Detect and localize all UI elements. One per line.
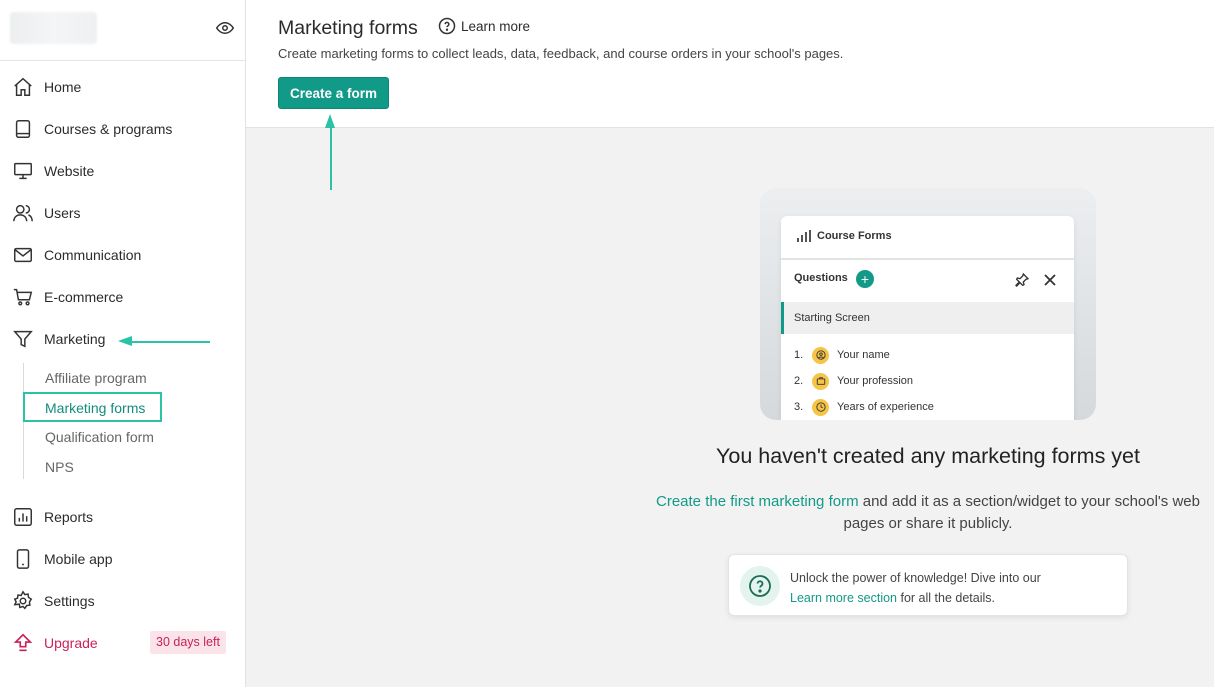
mail-icon	[14, 247, 32, 263]
starting-screen-row: Starting Screen	[781, 302, 1074, 334]
empty-state-description: and add it as a section/widget to your s…	[843, 493, 1200, 532]
sidebar-item-label: Users	[44, 205, 81, 221]
upgrade-icon	[13, 633, 33, 652]
question-row: 3. Years of experience	[794, 398, 934, 416]
briefcase-icon	[812, 372, 829, 390]
card-title: Course Forms	[817, 230, 892, 242]
sidebar-item-upgrade[interactable]: Upgrade	[12, 629, 98, 657]
plus-icon: +	[856, 270, 874, 288]
sidebar-item-label: Marketing	[44, 331, 106, 347]
school-logo[interactable]	[10, 12, 97, 44]
question-number: 2.	[794, 375, 804, 387]
users-icon	[13, 204, 33, 222]
gear-icon	[13, 590, 33, 610]
sidebar: Home Courses & programs Website Users Co…	[0, 0, 246, 687]
sidebar-sub-qualification[interactable]: Qualification form	[45, 429, 154, 445]
starting-screen-label: Starting Screen	[794, 312, 870, 324]
sidebar-item-ecommerce[interactable]: E-commerce	[12, 283, 123, 311]
sidebar-item-label: Courses & programs	[44, 121, 173, 137]
sidebar-item-mobile-app[interactable]: Mobile app	[12, 545, 113, 573]
chart-icon	[14, 508, 32, 526]
question-row: 1. Your name	[794, 346, 890, 364]
monitor-icon	[14, 162, 32, 180]
page-subtitle: Create marketing forms to collect leads,…	[278, 46, 844, 61]
home-icon	[14, 77, 32, 96]
question-circle-icon	[740, 566, 780, 606]
question-number: 3.	[794, 401, 804, 413]
create-first-form-link[interactable]: Create the first marketing form	[656, 493, 859, 510]
sidebar-item-website[interactable]: Website	[12, 157, 94, 185]
create-form-button[interactable]: Create a form	[278, 77, 389, 109]
sidebar-item-courses[interactable]: Courses & programs	[12, 115, 172, 143]
empty-state-text: Create the first marketing form and add …	[646, 491, 1210, 535]
sidebar-sub-nps[interactable]: NPS	[45, 459, 74, 475]
close-icon	[1044, 274, 1056, 286]
page-title: Marketing forms	[278, 17, 418, 39]
sidebar-item-settings[interactable]: Settings	[12, 587, 95, 615]
empty-state-title: You haven't created any marketing forms …	[716, 444, 1140, 468]
sidebar-item-marketing[interactable]: Marketing	[12, 325, 105, 353]
help-icon[interactable]	[438, 17, 456, 35]
pin-icon	[1015, 272, 1030, 287]
form-preview-card: Course Forms Questions + Starting Screen…	[781, 216, 1074, 420]
learn-more-link[interactable]: Learn more	[461, 19, 530, 34]
sidebar-item-communication[interactable]: Communication	[12, 241, 141, 269]
sidebar-item-reports[interactable]: Reports	[12, 503, 93, 531]
signal-bars-icon	[797, 230, 811, 242]
sidebar-item-label: Home	[44, 79, 82, 95]
sidebar-item-label: Communication	[44, 247, 142, 263]
question-text: Your name	[837, 349, 890, 361]
trial-badge: 30 days left	[150, 631, 226, 654]
sidebar-item-home[interactable]: Home	[12, 73, 81, 101]
cart-icon	[13, 288, 33, 306]
tip-line: Unlock the power of knowledge! Dive into…	[790, 571, 1041, 585]
sidebar-sub-affiliate[interactable]: Affiliate program	[45, 370, 147, 386]
divider	[781, 258, 1074, 260]
funnel-icon	[13, 330, 33, 348]
annotation-arrow-up	[325, 114, 335, 190]
sidebar-sub-marketing-forms[interactable]: Marketing forms	[23, 392, 162, 422]
book-icon	[15, 120, 31, 138]
sidebar-sub-label: Marketing forms	[45, 400, 146, 416]
sidebar-item-label: Settings	[44, 593, 95, 609]
sidebar-item-label: Website	[44, 163, 95, 179]
sidebar-item-label: Reports	[44, 509, 94, 525]
question-row: 2. Your profession	[794, 372, 913, 390]
tip-card: Unlock the power of knowledge! Dive into…	[728, 554, 1128, 616]
tip-line-end: for all the details.	[897, 591, 995, 605]
question-text: Your profession	[837, 375, 914, 387]
sidebar-item-label: Mobile app	[44, 551, 113, 567]
page-header: Marketing forms Learn more Create market…	[246, 0, 1214, 128]
learn-more-section-link[interactable]: Learn more section	[790, 591, 897, 605]
question-number: 1.	[794, 349, 804, 361]
sidebar-item-label: Upgrade	[44, 635, 98, 651]
clock-icon	[812, 398, 829, 416]
phone-icon	[16, 549, 30, 569]
eye-icon[interactable]	[216, 19, 234, 37]
sidebar-item-users[interactable]: Users	[12, 199, 81, 227]
empty-state-illustration: Course Forms Questions + Starting Screen…	[760, 188, 1096, 420]
person-icon	[812, 346, 829, 364]
annotation-arrow-left	[118, 336, 210, 346]
school-header	[0, 0, 245, 61]
question-text: Years of experience	[837, 401, 934, 413]
sidebar-item-label: E-commerce	[44, 289, 124, 305]
tip-text: Unlock the power of knowledge! Dive into…	[790, 568, 1041, 608]
questions-label: Questions	[794, 272, 848, 284]
